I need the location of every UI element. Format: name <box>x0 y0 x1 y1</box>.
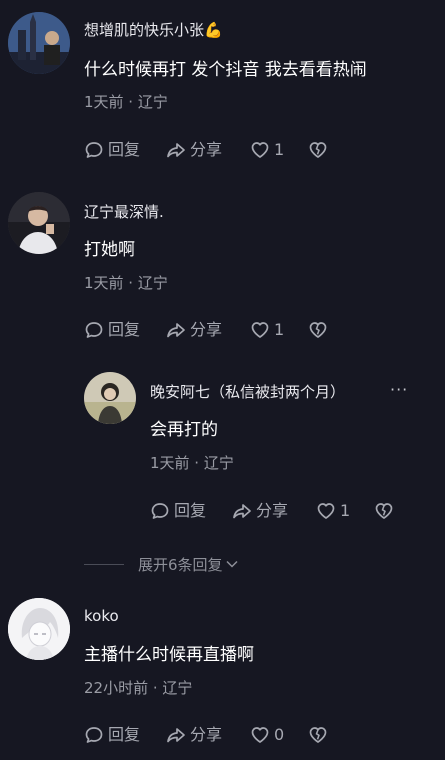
reply-bubble-icon <box>85 322 103 338</box>
dislike-button[interactable] <box>374 499 398 523</box>
broken-heart-icon <box>309 727 327 743</box>
share-label: 分享 <box>190 140 223 159</box>
share-label: 分享 <box>190 725 223 744</box>
reply-label: 回复 <box>174 501 207 520</box>
reply-button[interactable]: 回复 <box>150 499 206 523</box>
reply-label: 回复 <box>108 725 141 744</box>
dislike-button[interactable] <box>308 138 332 162</box>
like-button[interactable]: 1 <box>250 318 284 342</box>
share-arrow-icon <box>167 323 185 338</box>
like-count: 1 <box>274 140 285 159</box>
like-count: 1 <box>340 501 351 520</box>
comment-text: 什么时候再打 发个抖音 我去看看热闹 <box>84 60 367 80</box>
share-arrow-icon <box>167 143 185 158</box>
comment-meta: 1天前 · 辽宁 <box>84 274 168 292</box>
comment-username[interactable]: 晚安阿七（私信被封两个月） <box>150 382 345 402</box>
comment-username[interactable]: 想增肌的快乐小张💪 <box>84 20 223 40</box>
share-button[interactable]: 分享 <box>166 723 222 747</box>
reply-button[interactable]: 回复 <box>84 318 140 342</box>
dislike-button[interactable] <box>308 318 332 342</box>
comment-actions: 回复 分享 1 <box>84 138 344 162</box>
expand-replies-label: 展开6条回复 <box>138 555 223 574</box>
like-button[interactable]: 0 <box>250 723 284 747</box>
comment-actions: 回复 分享 1 <box>150 499 410 523</box>
heart-icon <box>251 142 269 158</box>
reply-button[interactable]: 回复 <box>84 723 140 747</box>
comment-meta: 22小时前 · 辽宁 <box>84 679 193 697</box>
comment-meta: 1天前 · 辽宁 <box>150 454 234 472</box>
more-options-button[interactable]: ··· <box>390 380 408 399</box>
comment-text: 会再打的 <box>150 420 218 440</box>
share-arrow-icon <box>233 504 251 519</box>
comment-username[interactable]: 辽宁最深情. <box>84 202 164 222</box>
avatar[interactable] <box>8 598 70 660</box>
heart-icon <box>251 322 269 338</box>
share-button[interactable]: 分享 <box>232 499 288 523</box>
heart-icon <box>317 503 335 519</box>
broken-heart-icon <box>309 322 327 338</box>
comment-username[interactable]: koko <box>84 606 119 626</box>
comment-actions: 回复 分享 0 <box>84 723 344 747</box>
reply-label: 回复 <box>108 320 141 339</box>
like-count: 0 <box>274 725 285 744</box>
reply-button[interactable]: 回复 <box>84 138 140 162</box>
chevron-down-icon <box>226 560 238 568</box>
share-button[interactable]: 分享 <box>166 138 222 162</box>
avatar[interactable] <box>8 12 70 74</box>
reply-bubble-icon <box>151 503 169 519</box>
avatar[interactable] <box>8 192 70 254</box>
share-label: 分享 <box>256 501 289 520</box>
reply-bubble-icon <box>85 142 103 158</box>
comment-text: 打她啊 <box>84 240 135 260</box>
comment-text: 主播什么时候再直播啊 <box>84 645 254 665</box>
share-arrow-icon <box>167 728 185 743</box>
like-button[interactable]: 1 <box>316 499 350 523</box>
like-button[interactable]: 1 <box>250 138 284 162</box>
expand-replies-button[interactable]: 展开6条回复 <box>84 552 239 576</box>
like-count: 1 <box>274 320 285 339</box>
reply-label: 回复 <box>108 140 141 159</box>
share-button[interactable]: 分享 <box>166 318 222 342</box>
share-label: 分享 <box>190 320 223 339</box>
broken-heart-icon <box>309 142 327 158</box>
avatar[interactable] <box>84 372 136 424</box>
comment-meta: 1天前 · 辽宁 <box>84 93 168 111</box>
reply-bubble-icon <box>85 727 103 743</box>
dislike-button[interactable] <box>308 723 332 747</box>
heart-icon <box>251 727 269 743</box>
broken-heart-icon <box>375 503 393 519</box>
comment-actions: 回复 分享 1 <box>84 318 344 342</box>
divider-line <box>84 563 124 565</box>
